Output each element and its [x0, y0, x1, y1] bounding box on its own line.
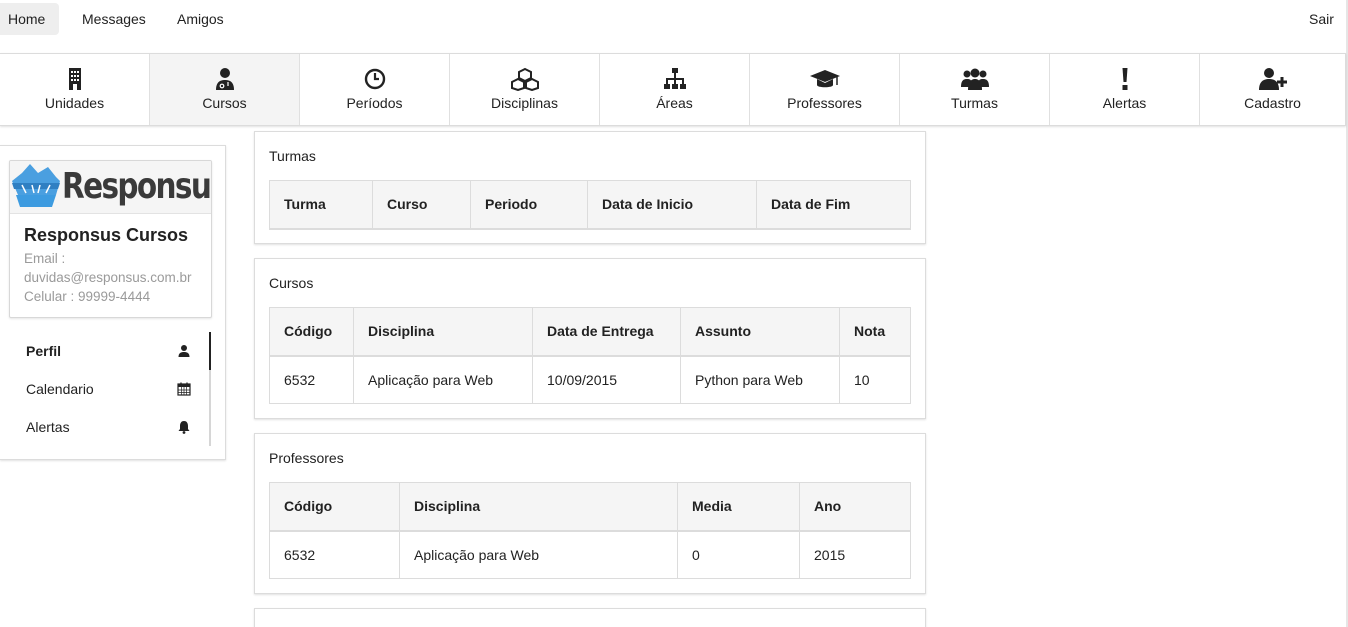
table-cell: 10	[839, 355, 911, 404]
next-panel-partial	[254, 608, 926, 627]
turmas-title: Turmas	[269, 148, 316, 164]
crown-basket-icon	[12, 164, 60, 207]
user-icon	[178, 345, 190, 357]
menu-label: Unidades	[44, 95, 105, 111]
bell-icon	[178, 421, 190, 434]
icon-menu-bar: Unidades Cursos Períodos Disciplinas Áre…	[0, 53, 1346, 126]
side-menu-label: Alertas	[26, 419, 70, 435]
menu-label: Áreas	[656, 95, 693, 111]
side-menu-calendario[interactable]: Calendario	[0, 370, 211, 408]
menu-professores[interactable]: Professores	[750, 54, 900, 125]
sitemap-icon	[663, 68, 686, 89]
table-cell: 10/09/2015	[532, 355, 681, 404]
nav-home[interactable]: Home	[0, 3, 59, 35]
menu-alertas[interactable]: Alertas	[1050, 54, 1200, 125]
clock-icon	[364, 68, 385, 90]
profile-name: Responsus Cursos	[24, 225, 189, 245]
table-header-row: Código Disciplina Data de Entrega Assunt…	[269, 307, 911, 357]
email-value: duvidas@responsus.com.br	[24, 270, 192, 285]
menu-periodos[interactable]: Períodos	[300, 54, 450, 125]
side-menu: Perfil Calendario Alertas	[0, 332, 211, 446]
table-header: Nota	[839, 307, 911, 357]
top-navbar: Home Messages Amigos Sair	[0, 0, 1346, 38]
professores-title: Professores	[269, 450, 344, 466]
logo-text: Responsus	[62, 166, 212, 207]
menu-areas[interactable]: Áreas	[600, 54, 750, 125]
table-cell: Aplicação para Web	[353, 355, 533, 404]
side-menu-alertas[interactable]: Alertas	[0, 408, 211, 446]
table-cell: 0	[677, 530, 800, 579]
table-cell: 6532	[269, 355, 354, 404]
side-menu-label: Calendario	[26, 381, 94, 397]
professores-table: Código Disciplina Media Ano 6532 Aplicaç…	[269, 482, 911, 579]
table-header: Código	[269, 482, 400, 532]
turmas-table: Turma Curso Periodo Data de Inicio Data …	[269, 180, 911, 230]
menu-disciplinas[interactable]: Disciplinas	[450, 54, 600, 125]
building-icon	[68, 68, 81, 90]
table-cell: 6532	[269, 530, 400, 579]
sidebar: Responsus Responsus Cursos Email : duvid…	[0, 145, 226, 460]
user-plus-icon	[1258, 68, 1287, 90]
table-header: Periodo	[470, 180, 588, 230]
graduation-cap-icon	[809, 70, 840, 88]
nav-sair[interactable]: Sair	[1309, 3, 1334, 35]
profile-card: Responsus Responsus Cursos Email : duvid…	[9, 160, 212, 318]
responsus-logo: Responsus	[10, 161, 211, 214]
table-header: Media	[677, 482, 800, 532]
turmas-panel: Turmas Turma Curso Periodo Data de Inici…	[254, 131, 926, 244]
menu-label: Cadastro	[1244, 95, 1301, 111]
cursos-table: Código Disciplina Data de Entrega Assunt…	[269, 307, 911, 404]
email-label: Email :	[24, 251, 66, 266]
table-cell: 2015	[799, 530, 911, 579]
table-header: Ano	[799, 482, 911, 532]
table-header: Código	[269, 307, 354, 357]
menu-cursos[interactable]: Cursos	[150, 54, 300, 125]
calendar-icon	[177, 382, 191, 396]
nav-messages[interactable]: Messages	[82, 3, 146, 35]
professores-panel: Professores Código Disciplina Media Ano …	[254, 433, 926, 594]
side-menu-perfil[interactable]: Perfil	[0, 332, 211, 370]
table-row: 6532 Aplicação para Web 0 2015	[269, 530, 911, 579]
cubes-icon	[510, 67, 539, 91]
menu-label: Alertas	[1102, 95, 1147, 111]
cursos-title: Cursos	[269, 275, 314, 291]
nav-amigos[interactable]: Amigos	[177, 3, 224, 35]
profile-contact: Email : duvidas@responsus.com.br Celular…	[24, 249, 210, 306]
table-header-row: Turma Curso Periodo Data de Inicio Data …	[269, 180, 911, 230]
table-header: Turma	[269, 180, 373, 230]
exclamation-icon	[1122, 68, 1127, 90]
table-cell: Aplicação para Web	[399, 530, 678, 579]
table-cell: Python para Web	[680, 355, 840, 404]
menu-label: Disciplinas	[491, 95, 558, 111]
table-header: Disciplina	[399, 482, 678, 532]
table-header: Disciplina	[353, 307, 533, 357]
table-header: Data de Entrega	[532, 307, 681, 357]
menu-label: Professores	[787, 95, 862, 111]
table-header: Curso	[372, 180, 471, 230]
cursos-panel: Cursos Código Disciplina Data de Entrega…	[254, 258, 926, 419]
table-header-row: Código Disciplina Media Ano	[269, 482, 911, 532]
menu-label: Períodos	[346, 95, 403, 111]
menu-label: Cursos	[202, 95, 247, 111]
table-header: Data de Fim	[756, 180, 911, 230]
phone-value: Celular : 99999-4444	[24, 289, 151, 304]
table-row: 6532 Aplicação para Web 10/09/2015 Pytho…	[269, 355, 911, 404]
table-header: Data de Inicio	[587, 180, 757, 230]
menu-label: Turmas	[951, 95, 998, 111]
side-menu-label: Perfil	[26, 343, 62, 359]
menu-turmas[interactable]: Turmas	[900, 54, 1050, 125]
user-doctor-icon	[215, 68, 234, 90]
menu-unidades[interactable]: Unidades	[0, 54, 150, 125]
table-header: Assunto	[680, 307, 840, 357]
menu-cadastro[interactable]: Cadastro	[1200, 54, 1345, 125]
users-icon	[960, 68, 989, 90]
